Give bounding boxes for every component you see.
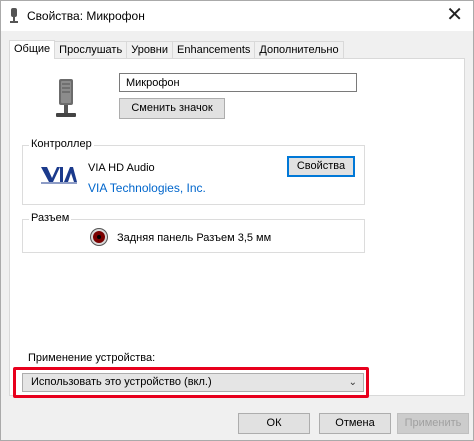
- close-icon[interactable]: ✕: [446, 4, 463, 26]
- title-bar: Свойства: Микрофон ✕: [1, 1, 473, 31]
- tab-advanced[interactable]: Дополнительно: [254, 41, 344, 58]
- tab-enhancements[interactable]: Enhancements: [172, 41, 256, 58]
- jack-description: Задняя панель Разъем 3,5 мм: [117, 232, 272, 244]
- change-icon-button[interactable]: Сменить значок: [119, 98, 225, 119]
- cancel-button[interactable]: Отмена: [319, 413, 391, 434]
- apply-button[interactable]: Применить: [397, 413, 469, 434]
- tab-general[interactable]: Общие: [9, 40, 56, 59]
- jack-group-label: Разъем: [29, 212, 72, 224]
- controller-vendor: VIA Technologies, Inc.: [88, 181, 206, 195]
- via-logo-icon: [41, 167, 77, 184]
- controller-group-label: Контроллер: [29, 138, 94, 150]
- tab-strip: Общие Прослушать Уровни Enhancements Доп…: [9, 40, 344, 59]
- ok-button[interactable]: ОК: [238, 413, 310, 434]
- device-usage-label: Применение устройства:: [28, 352, 156, 364]
- microphone-icon: [10, 8, 18, 23]
- tab-listen[interactable]: Прослушать: [54, 41, 128, 58]
- tab-levels[interactable]: Уровни: [126, 41, 173, 58]
- device-microphone-icon: [56, 79, 76, 117]
- window-title: Свойства: Микрофон: [27, 9, 145, 23]
- device-name-input[interactable]: [119, 73, 357, 92]
- jack-color-icon: [93, 231, 105, 243]
- controller-name: VIA HD Audio: [88, 162, 155, 174]
- controller-properties-button[interactable]: Свойства: [287, 156, 355, 177]
- properties-window: Свойства: Микрофон ✕ Общие Прослушать Ур…: [0, 0, 474, 441]
- highlight-frame: [13, 367, 369, 398]
